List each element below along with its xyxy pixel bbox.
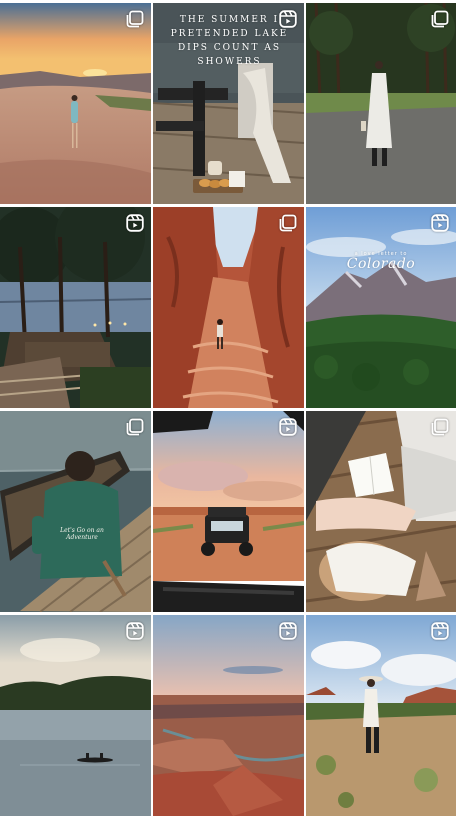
post-thumbnail-image xyxy=(153,207,304,408)
profile-post-grid: The summer I pretended lake dips count a… xyxy=(0,0,456,816)
carousel-icon xyxy=(126,10,144,28)
carousel-icon xyxy=(431,10,449,28)
carousel-icon xyxy=(431,418,449,436)
post-tile-6[interactable]: a love letter to Colorado xyxy=(306,207,456,408)
hoodie-print-text: Let's Go on an Adventure xyxy=(60,527,104,541)
reel-icon xyxy=(279,418,297,436)
post-overlay-title: Colorado xyxy=(346,256,416,272)
post-overlay-text: The summer I pretended lake dips count a… xyxy=(170,15,289,67)
post-tile-2[interactable]: The summer I pretended lake dips count a… xyxy=(153,3,304,204)
post-tile-8[interactable] xyxy=(153,411,304,612)
reel-icon xyxy=(126,622,144,640)
post-thumbnail-image xyxy=(153,411,304,612)
post-thumbnail-image xyxy=(306,3,456,204)
reel-icon xyxy=(431,214,449,232)
post-tile-3[interactable] xyxy=(306,3,456,204)
post-tile-12[interactable] xyxy=(306,615,456,816)
post-thumbnail-image xyxy=(306,615,456,816)
post-tile-4[interactable] xyxy=(0,207,151,408)
reel-icon xyxy=(431,622,449,640)
post-tile-5[interactable] xyxy=(153,207,304,408)
post-thumbnail-image xyxy=(0,411,151,612)
post-thumbnail-image xyxy=(0,615,151,816)
carousel-icon xyxy=(126,418,144,436)
reel-icon xyxy=(126,214,144,232)
post-thumbnail-image xyxy=(0,3,151,204)
post-thumbnail-image xyxy=(0,207,151,408)
post-thumbnail-image xyxy=(306,207,456,408)
post-tile-1[interactable] xyxy=(0,3,151,204)
post-tile-9[interactable] xyxy=(306,411,456,612)
reel-icon xyxy=(279,10,297,28)
post-tile-7[interactable]: Let's Go on an Adventure xyxy=(0,411,151,612)
post-thumbnail-image xyxy=(153,615,304,816)
post-tile-11[interactable] xyxy=(153,615,304,816)
post-tile-10[interactable] xyxy=(0,615,151,816)
carousel-icon xyxy=(279,214,297,232)
reel-icon xyxy=(279,622,297,640)
post-thumbnail-image xyxy=(306,411,456,612)
